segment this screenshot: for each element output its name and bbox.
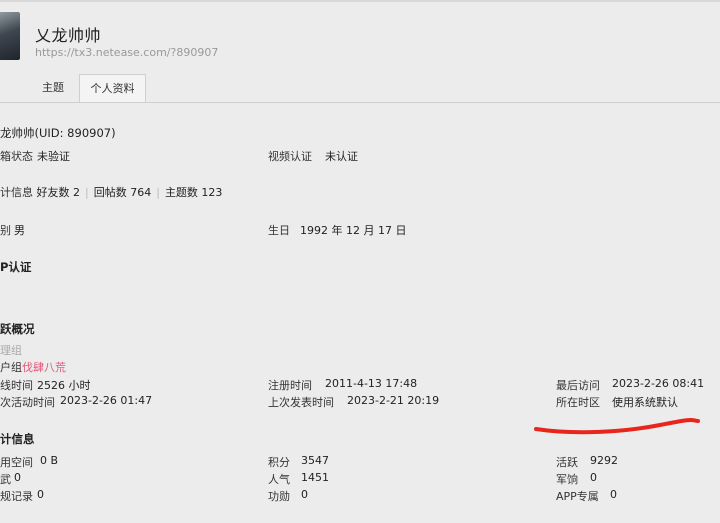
- points-label: 积分: [268, 456, 290, 469]
- active-label: 活跃: [556, 456, 578, 469]
- topics-count[interactable]: 主题数 123: [165, 186, 223, 199]
- replies-count[interactable]: 回帖数 764: [94, 186, 152, 199]
- last-active-label: 次活动时间: [0, 396, 55, 409]
- stats-label: 计信息: [0, 186, 33, 199]
- space-value: 0 B: [40, 454, 59, 467]
- friends-count[interactable]: 好友数 2: [37, 186, 81, 199]
- birthday-value: 1992 年 12 月 17 日: [300, 224, 407, 237]
- stats-heading: 计信息: [0, 432, 35, 446]
- popularity-value: 1451: [301, 471, 329, 484]
- wu-label: 武: [0, 473, 11, 486]
- last-active-value: 2023-2-26 01:47: [60, 394, 153, 407]
- tab-bar-divider: [0, 102, 720, 103]
- app-label: APP专属: [556, 490, 599, 503]
- red-annotation-underline: [534, 417, 700, 435]
- stats-row: 计信息 好友数 2 | 回帖数 764 | 主题数 123: [0, 184, 222, 200]
- last-post-label: 上次发表时间: [268, 396, 334, 409]
- merit-value: 0: [301, 488, 308, 501]
- avatar[interactable]: [0, 12, 20, 60]
- online-time-value: 2526 小时: [37, 379, 91, 392]
- email-status-value: 未验证: [37, 150, 70, 163]
- birthday-label: 生日: [268, 224, 290, 237]
- timezone-label: 所在时区: [556, 396, 600, 409]
- points-value: 3547: [301, 454, 329, 467]
- gender-value: 男: [14, 224, 25, 237]
- last-visit-label: 最后访问: [556, 379, 600, 392]
- wu-value: 0: [14, 471, 21, 484]
- vip-heading: P认证: [0, 260, 32, 274]
- online-time-label: 线时间: [0, 379, 33, 392]
- last-post-value: 2023-2-21 20:19: [347, 394, 440, 407]
- register-time-value: 2011-4-13 17:48: [325, 377, 418, 390]
- user-group-value[interactable]: 伐肆八荒: [22, 359, 66, 375]
- last-visit-value: 2023-2-26 08:41: [612, 377, 705, 390]
- app-value: 0: [610, 488, 617, 501]
- email-status-label: 箱状态: [0, 150, 33, 163]
- separator: |: [85, 186, 89, 199]
- profile-url[interactable]: https://tx3.netease.com/?890907: [35, 46, 218, 59]
- gender-label: 别: [0, 224, 11, 237]
- user-group-label: 户组: [0, 361, 22, 374]
- activity-heading: 跃概况: [0, 322, 35, 336]
- video-cert-label: 视频认证: [268, 150, 312, 163]
- record-value: 0: [37, 488, 44, 501]
- merit-label: 功勋: [268, 490, 290, 503]
- top-border: [0, 0, 720, 2]
- name-uid: 龙帅帅(UID: 890907): [0, 126, 116, 140]
- salary-value: 0: [590, 471, 597, 484]
- video-cert-value: 未认证: [325, 150, 358, 163]
- management-group-label: 理组: [0, 344, 22, 357]
- tab-topics[interactable]: 主题: [28, 74, 78, 102]
- active-value: 9292: [590, 454, 618, 467]
- register-time-label: 注册时间: [268, 379, 312, 392]
- username: 乂龙帅帅: [35, 26, 102, 45]
- timezone-value: 使用系统默认: [612, 396, 678, 409]
- space-label: 用空间: [0, 456, 33, 469]
- tab-profile[interactable]: 个人资料: [79, 74, 146, 103]
- salary-label: 军饷: [556, 473, 578, 486]
- record-label: 规记录: [0, 490, 33, 503]
- popularity-label: 人气: [268, 473, 290, 486]
- separator: |: [156, 186, 160, 199]
